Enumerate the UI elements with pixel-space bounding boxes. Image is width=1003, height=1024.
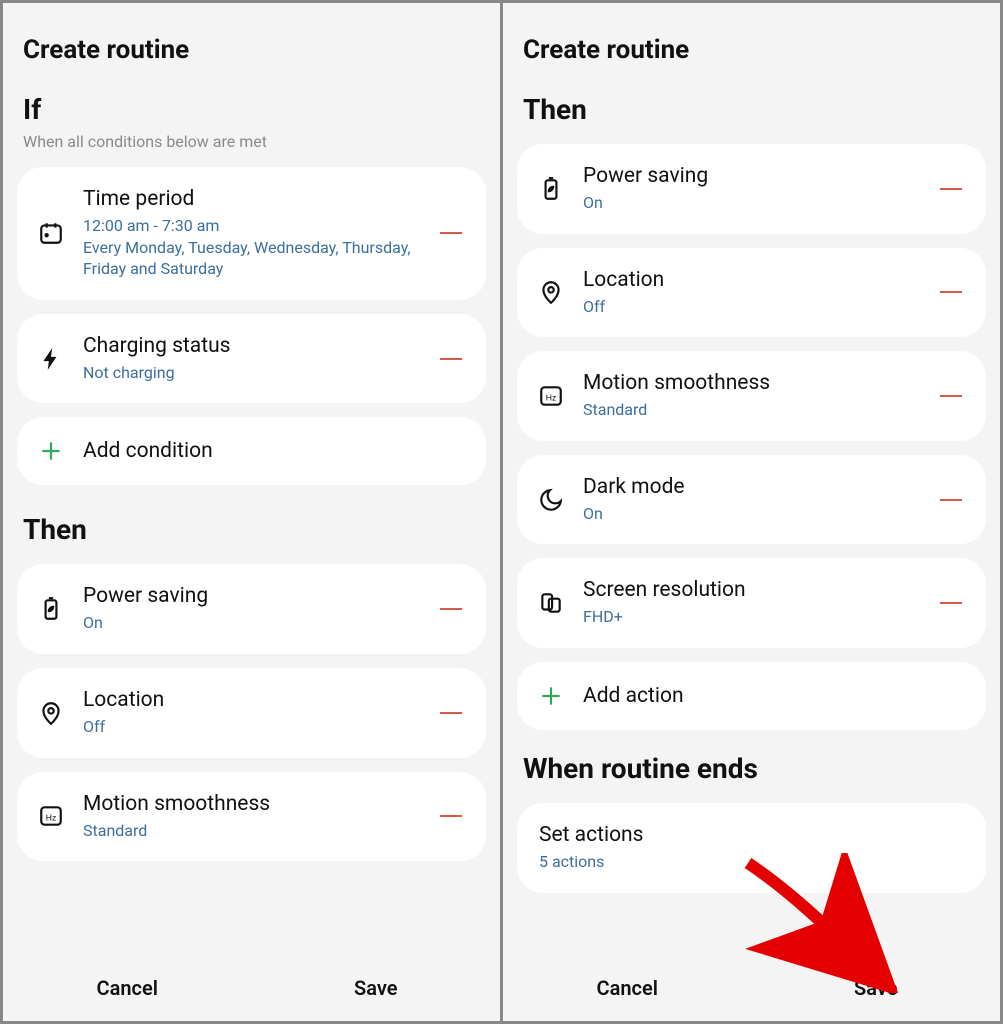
action-content: Motion smoothness Standard	[583, 371, 918, 421]
action-value: FHD+	[583, 606, 918, 628]
add-content: Add action	[583, 682, 966, 710]
action-content: Dark mode On	[583, 475, 918, 525]
action-title: Location	[83, 688, 418, 712]
condition-value: 12:00 am - 7:30 am Every Monday, Tuesday…	[83, 215, 418, 280]
action-content: Power saving On	[83, 584, 418, 634]
svg-text:Hz: Hz	[46, 813, 57, 823]
action-power-saving[interactable]: Power saving On	[517, 144, 986, 234]
action-location[interactable]: Location Off	[517, 248, 986, 338]
condition-time-period[interactable]: Time period 12:00 am - 7:30 am Every Mon…	[17, 167, 486, 300]
cancel-button[interactable]: Cancel	[3, 976, 252, 1000]
location-pin-icon	[537, 278, 565, 306]
then-label: Then	[523, 93, 980, 126]
action-content: Motion smoothness Standard	[83, 792, 418, 842]
hz-icon: Hz	[537, 382, 565, 410]
action-value: Standard	[83, 820, 418, 842]
bottom-bar: Cancel Save	[3, 955, 500, 1021]
remove-icon[interactable]	[936, 277, 966, 307]
set-actions-value: 5 actions	[539, 851, 964, 873]
action-title: Motion smoothness	[583, 371, 918, 395]
remove-icon[interactable]	[436, 218, 466, 248]
scroll-area: Create routine Then Power saving On Loca…	[503, 3, 1000, 955]
action-content: Screen resolution FHD+	[583, 578, 918, 628]
add-label: Add action	[583, 682, 966, 710]
action-power-saving[interactable]: Power saving On	[17, 564, 486, 654]
action-title: Motion smoothness	[83, 792, 418, 816]
battery-leaf-icon	[37, 595, 65, 623]
action-value: On	[583, 503, 918, 525]
add-label: Add condition	[83, 437, 466, 465]
bottom-bar: Cancel Save	[503, 955, 1000, 1021]
add-content: Add condition	[83, 437, 466, 465]
action-value: On	[583, 192, 918, 214]
action-dark-mode[interactable]: Dark mode On	[517, 455, 986, 545]
add-action-button[interactable]: Add action	[517, 662, 986, 730]
condition-charging-status[interactable]: Charging status Not charging	[17, 314, 486, 404]
condition-title: Time period	[83, 187, 418, 211]
hz-icon: Hz	[37, 802, 65, 830]
set-actions-card[interactable]: Set actions 5 actions	[517, 803, 986, 893]
plus-icon	[37, 437, 65, 465]
action-title: Screen resolution	[583, 578, 918, 602]
remove-icon[interactable]	[436, 344, 466, 374]
battery-leaf-icon	[537, 175, 565, 203]
resolution-icon	[537, 589, 565, 617]
action-title: Dark mode	[583, 475, 918, 499]
action-title: Power saving	[583, 164, 918, 188]
action-content: Location Off	[83, 688, 418, 738]
condition-title: Charging status	[83, 334, 418, 358]
remove-icon[interactable]	[936, 485, 966, 515]
save-button[interactable]: Save	[752, 976, 1001, 1000]
calendar-icon	[37, 219, 65, 247]
screen-right: Create routine Then Power saving On Loca…	[503, 3, 1000, 1021]
page-title: Create routine	[523, 35, 980, 65]
location-pin-icon	[37, 699, 65, 727]
condition-value: Not charging	[83, 362, 418, 384]
action-screen-resolution[interactable]: Screen resolution FHD+	[517, 558, 986, 648]
action-motion-smoothness[interactable]: Hz Motion smoothness Standard	[17, 772, 486, 862]
bolt-icon	[37, 345, 65, 373]
remove-icon[interactable]	[436, 801, 466, 831]
action-value: Off	[83, 716, 418, 738]
set-actions-title: Set actions	[539, 823, 964, 847]
action-location[interactable]: Location Off	[17, 668, 486, 758]
ends-label: When routine ends	[523, 752, 980, 785]
remove-icon[interactable]	[436, 698, 466, 728]
remove-icon[interactable]	[936, 174, 966, 204]
action-value: Standard	[583, 399, 918, 421]
cancel-button[interactable]: Cancel	[503, 976, 752, 1000]
svg-text:Hz: Hz	[546, 392, 557, 402]
condition-content: Charging status Not charging	[83, 334, 418, 384]
remove-icon[interactable]	[936, 588, 966, 618]
screen-left: Create routine If When all conditions be…	[3, 3, 500, 1021]
remove-icon[interactable]	[936, 381, 966, 411]
add-condition-button[interactable]: Add condition	[17, 417, 486, 485]
action-motion-smoothness[interactable]: Hz Motion smoothness Standard	[517, 351, 986, 441]
page-title: Create routine	[23, 35, 480, 65]
if-subtitle: When all conditions below are met	[23, 132, 480, 151]
action-value: Off	[583, 296, 918, 318]
save-button[interactable]: Save	[252, 976, 501, 1000]
then-label: Then	[23, 513, 480, 546]
action-title: Power saving	[83, 584, 418, 608]
moon-icon	[537, 486, 565, 514]
action-content: Location Off	[583, 268, 918, 318]
set-actions-content: Set actions 5 actions	[539, 823, 964, 873]
action-content: Power saving On	[583, 164, 918, 214]
remove-icon[interactable]	[436, 594, 466, 624]
scroll-area: Create routine If When all conditions be…	[3, 3, 500, 955]
action-title: Location	[583, 268, 918, 292]
plus-icon	[537, 682, 565, 710]
condition-content: Time period 12:00 am - 7:30 am Every Mon…	[83, 187, 418, 280]
action-value: On	[83, 612, 418, 634]
if-label: If	[23, 93, 480, 126]
